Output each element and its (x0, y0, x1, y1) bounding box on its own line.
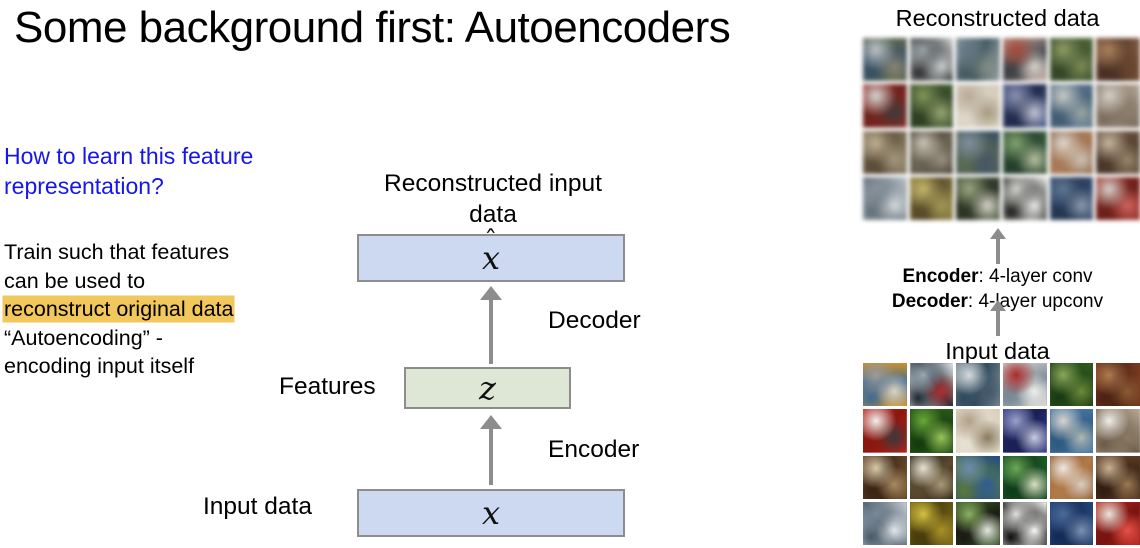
image-thumbnail (909, 363, 954, 407)
image-thumbnail (863, 455, 907, 499)
encoder-flow-arrow-icon (990, 300, 1006, 336)
image-thumbnail (1003, 409, 1047, 453)
image-thumbnail (1049, 409, 1094, 453)
arrow-shaft (996, 235, 1000, 264)
image-thumbnail (1049, 501, 1094, 545)
image-thumbnail (1003, 455, 1047, 499)
image-thumbnail (956, 455, 1000, 499)
highlighted-phrase: reconstruct original data (4, 297, 234, 321)
image-thumbnail (956, 84, 1000, 128)
z-symbol: z (479, 369, 496, 407)
page-title: Some background first: Autoencoders (14, 3, 731, 52)
arrow-shaft (489, 424, 493, 485)
body-text-run: Train such that features (4, 240, 230, 264)
encoder-arrow-icon (480, 415, 502, 485)
image-thumbnail (1096, 501, 1140, 545)
reconstructed-data-caption: Reconstructed data (895, 5, 1100, 31)
decoder-flow-arrow-icon (990, 228, 1006, 264)
image-thumbnail (1096, 84, 1140, 128)
reconstructed-data-box: ˆ x (357, 228, 625, 282)
image-thumbnail (1003, 363, 1047, 407)
right-panel: Reconstructed data Encoder: 4-layer conv… (855, 0, 1140, 548)
image-thumbnail (909, 176, 954, 220)
image-thumbnail (1049, 176, 1094, 220)
features-box: z (404, 367, 571, 409)
arrow-shaft (996, 307, 1000, 336)
image-thumbnail (1096, 409, 1140, 453)
x-symbol: x (481, 494, 501, 532)
image-thumbnail (1003, 38, 1047, 82)
features-label: Features (279, 373, 376, 400)
input-image-grid (863, 363, 1140, 545)
body-text-line: Train such that features (4, 238, 304, 267)
encoder-arch-line-value: : 4-layer conv (978, 266, 1093, 287)
reconstructed-input-label: Reconstructed input data (384, 170, 602, 228)
image-thumbnail (909, 455, 954, 499)
image-thumbnail (1049, 84, 1094, 128)
image-thumbnail (1096, 38, 1140, 82)
image-thumbnail (863, 130, 907, 174)
image-thumbnail (1003, 176, 1047, 220)
decoder-arch-line-value: : 4-layer upconv (967, 291, 1104, 312)
image-thumbnail (863, 84, 907, 128)
image-thumbnail (1096, 363, 1140, 407)
image-thumbnail (909, 130, 954, 174)
image-thumbnail (1049, 38, 1094, 82)
body-text-line: can be used to (4, 267, 304, 296)
image-thumbnail (1003, 501, 1047, 545)
body-text-line: encoding input itself (4, 352, 304, 381)
hat-accent: ˆ (484, 226, 498, 256)
encoder-arch-line-key: Encoder (902, 266, 979, 287)
image-thumbnail (1049, 455, 1094, 499)
decoder-arrow-icon (480, 286, 502, 364)
input-data-box: x (357, 489, 625, 537)
image-thumbnail (909, 409, 954, 453)
decoder-arch-line-key: Decoder (891, 291, 968, 312)
body-text-line: “Autoencoding” - (4, 324, 304, 353)
body-text: Train such that features can be used to re… (4, 238, 304, 381)
encoder-arch-line: Encoder: 4-layer conv (855, 264, 1140, 289)
image-thumbnail (863, 38, 907, 82)
image-thumbnail (956, 38, 1000, 82)
image-thumbnail (863, 409, 907, 453)
image-thumbnail (1049, 363, 1094, 407)
image-thumbnail (863, 501, 907, 545)
body-text-run: encoding input itself (4, 354, 195, 378)
image-thumbnail (1096, 176, 1140, 220)
body-text-line: reconstruct original data (4, 295, 304, 324)
image-thumbnail (909, 84, 954, 128)
image-thumbnail (909, 38, 954, 82)
image-thumbnail (1049, 130, 1094, 174)
image-thumbnail (863, 363, 907, 407)
image-thumbnail (1003, 130, 1047, 174)
body-text-run: can be used to (4, 268, 146, 293)
x-hat-symbol: ˆ x (482, 228, 500, 274)
image-thumbnail (863, 176, 907, 220)
decoder-label: Decoder (548, 307, 641, 334)
image-thumbnail (1096, 455, 1140, 499)
image-thumbnail (1096, 130, 1140, 174)
body-text-run: “Autoencoding” - (4, 325, 163, 350)
image-thumbnail (1003, 84, 1047, 128)
image-thumbnail (956, 176, 1000, 220)
encoder-label: Encoder (548, 436, 640, 463)
question-text: How to learn this feature representation… (4, 143, 254, 199)
reconstructed-image-grid (863, 38, 1140, 220)
arrow-shaft (489, 295, 493, 364)
image-thumbnail (956, 409, 1000, 453)
image-thumbnail (956, 130, 1000, 174)
image-thumbnail (909, 501, 954, 545)
input-data-caption: Input data (945, 338, 1050, 364)
image-thumbnail (956, 501, 1000, 545)
input-data-label: Input data (203, 493, 312, 520)
image-thumbnail (956, 363, 1000, 407)
